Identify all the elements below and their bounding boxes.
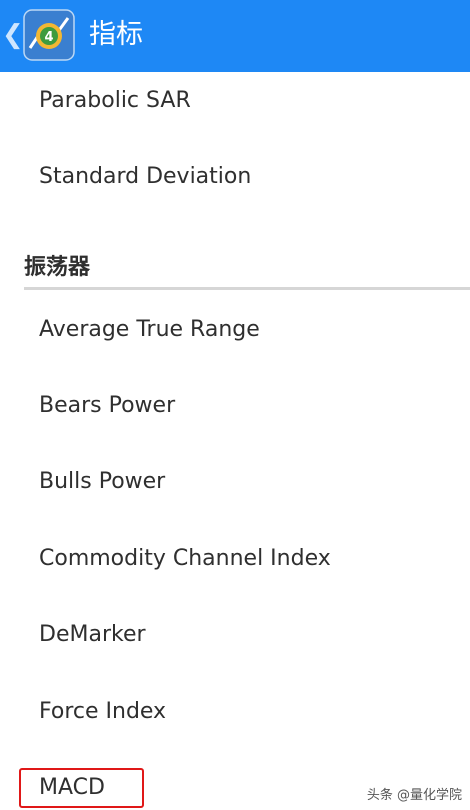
chevron-left-icon[interactable]: ❮: [2, 20, 24, 50]
list-item[interactable]: Bears Power: [39, 391, 175, 421]
list-item[interactable]: Bulls Power: [39, 467, 165, 497]
list-item[interactable]: Standard Deviation: [39, 162, 251, 192]
page-title: 指标: [89, 19, 143, 50]
list-item[interactable]: DeMarker: [39, 620, 146, 650]
svg-text:4: 4: [44, 30, 53, 45]
metatrader-4-icon[interactable]: 4: [22, 8, 76, 62]
list-item[interactable]: Average True Range: [39, 315, 260, 345]
app-bar: ❮ 4 指标: [0, 0, 470, 72]
section-divider: [24, 287, 470, 290]
list-item[interactable]: Force Index: [39, 697, 166, 727]
list-item[interactable]: Commodity Channel Index: [39, 544, 331, 574]
watermark: 头条 @量化学院: [366, 788, 462, 803]
list-item[interactable]: Parabolic SAR: [39, 86, 191, 116]
section-header-oscillators: 振荡器: [24, 255, 91, 280]
macd-highlight-box: [19, 768, 144, 808]
